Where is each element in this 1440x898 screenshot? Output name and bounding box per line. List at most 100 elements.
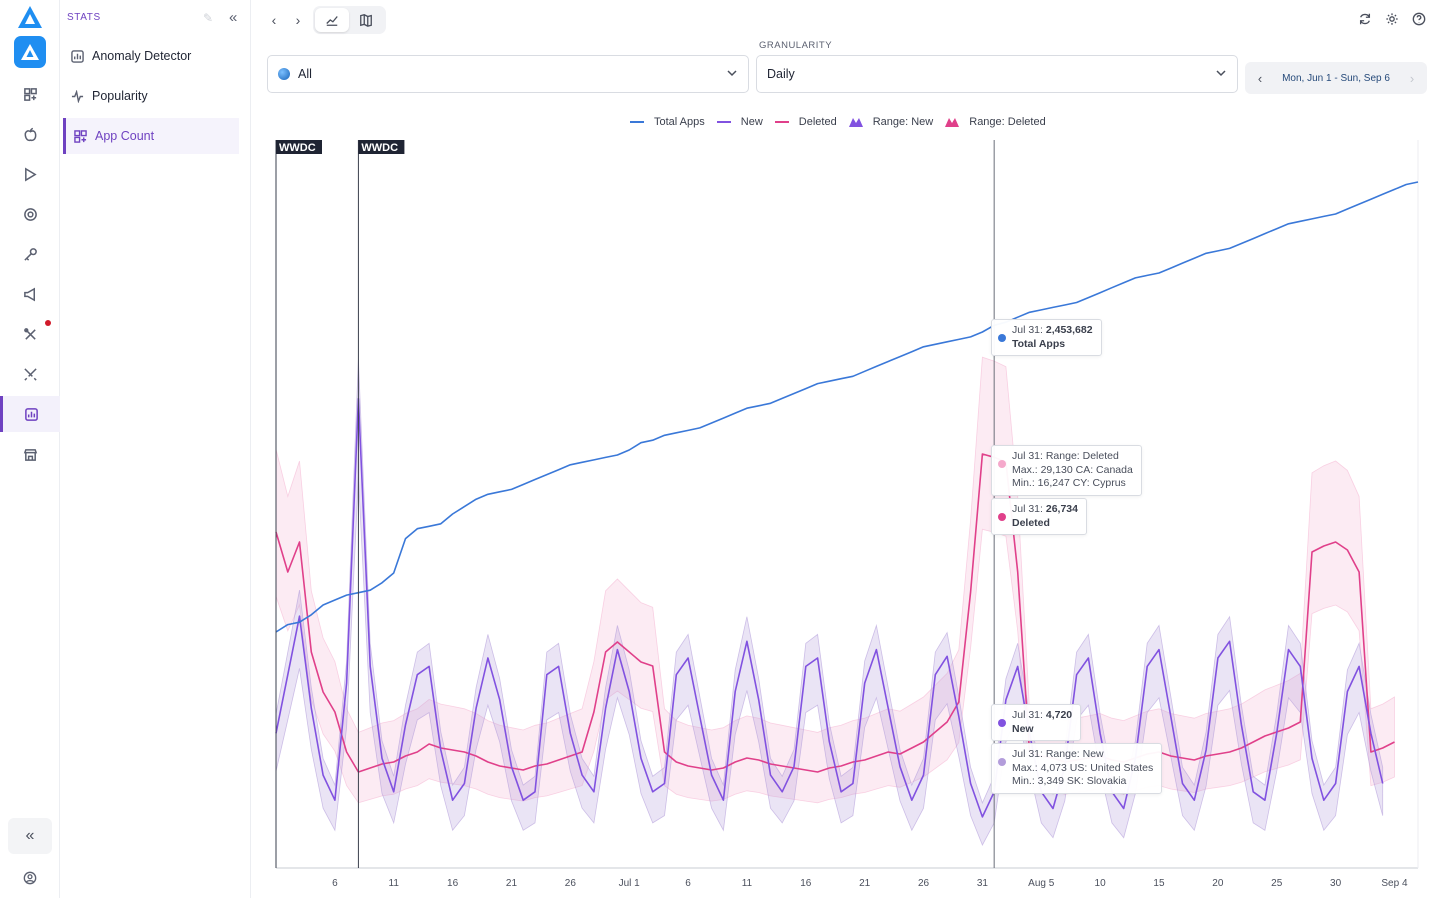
x-tick-label: 16 xyxy=(447,878,459,889)
legend-label: Range: New xyxy=(872,116,934,128)
tooltip-dot xyxy=(998,334,1006,342)
tooltip-dot xyxy=(998,460,1006,468)
date-range-text[interactable]: Mon, Jun 1 - Sun, Sep 6 xyxy=(1275,73,1397,84)
x-tick-label: 21 xyxy=(506,878,518,889)
sidebar-heading: STATS xyxy=(67,12,101,23)
target-icon[interactable] xyxy=(0,196,60,232)
stats-icon[interactable] xyxy=(0,396,60,432)
tooltip-max: Max.: 29,130 CA: Canada xyxy=(1012,463,1133,476)
x-tick-label: Aug 5 xyxy=(1028,878,1055,889)
x-tick-label: 31 xyxy=(977,878,989,889)
x-tick-label: 16 xyxy=(800,878,812,889)
tooltip-max: Max.: 4,073 US: United States xyxy=(1012,761,1154,774)
sidebar-item-app-count[interactable]: App Count xyxy=(63,118,239,154)
granularity-select[interactable]: Daily xyxy=(756,55,1238,93)
x-tick-label: 25 xyxy=(1271,878,1283,889)
x-tick-label: 6 xyxy=(685,878,691,889)
key-icon[interactable] xyxy=(0,236,60,272)
legend-item-range-new[interactable]: Range: New xyxy=(848,116,934,128)
x-tick-label: 30 xyxy=(1330,878,1342,889)
tooltip-series: Deleted xyxy=(1012,516,1050,529)
tooltip-deleted: Jul 31: 26,734 Deleted xyxy=(991,498,1087,535)
line-chart-view-icon[interactable] xyxy=(315,8,349,32)
legend-item-range-deleted[interactable]: Range: Deleted xyxy=(945,116,1046,128)
pulse-icon xyxy=(71,89,84,103)
tooltip-total-apps: Jul 31: 2,453,682 Total Apps xyxy=(991,319,1102,356)
edit-icon[interactable]: ✎ xyxy=(203,11,213,25)
tooltip-new: Jul 31: 4,720 New xyxy=(991,704,1082,741)
store-icon[interactable] xyxy=(0,436,60,472)
x-tick-label: 15 xyxy=(1153,878,1165,889)
tooltip-min: Min.: 16,247 CY: Cyprus xyxy=(1012,477,1126,489)
chevron-down-icon xyxy=(727,70,737,77)
tooltip-value: 26,734 xyxy=(1045,503,1078,515)
date-range-picker: ‹ Mon, Jun 1 - Sun, Sep 6 › xyxy=(1245,62,1427,94)
left-rail: « xyxy=(0,0,60,898)
previous-range-icon[interactable]: ‹ xyxy=(1245,71,1275,86)
double-chevron-left-icon[interactable]: « xyxy=(8,818,52,854)
app-switcher-icon[interactable] xyxy=(14,36,46,68)
country-select[interactable]: All xyxy=(267,55,749,93)
back-icon[interactable]: ‹ xyxy=(266,7,282,33)
tooltip-series: Total Apps xyxy=(1012,337,1066,350)
play-store-icon[interactable] xyxy=(0,156,60,192)
legend-item-deleted[interactable]: Deleted xyxy=(774,116,837,128)
help-icon[interactable] xyxy=(1412,12,1428,28)
chart-canvas[interactable]: WWDC WWDC 6 11 16 21 26 Jul 1 6 11 16 21 26 31 Aug 5 10… xyxy=(252,132,1440,898)
tooltip-dot xyxy=(998,758,1006,766)
x-tick-label: 21 xyxy=(859,878,871,889)
chevron-down-icon xyxy=(1216,70,1226,77)
tooltip-range-deleted: Jul 31: Range: Deleted Max.: 29,130 CA: … xyxy=(991,445,1142,496)
refresh-icon[interactable] xyxy=(1358,12,1374,28)
tooltip-date: Jul 31: xyxy=(1012,324,1043,336)
sidebar-item-label: Anomaly Detector xyxy=(92,49,192,63)
legend-item-new[interactable]: New xyxy=(716,116,763,128)
collapse-sidebar-icon[interactable]: « xyxy=(229,9,237,26)
tooltip-title: Jul 31: Range: New xyxy=(1012,748,1104,760)
tooltip-series: New xyxy=(1012,722,1034,735)
wwdc-flag-label: WWDC xyxy=(361,142,398,154)
swords-icon[interactable] xyxy=(0,356,60,392)
x-tick-label: 11 xyxy=(742,878,753,889)
sidebar-item-anomaly-detector[interactable]: Anomaly Detector xyxy=(63,38,239,74)
view-toggle xyxy=(313,6,386,34)
chart-legend: Total Apps New Deleted Range: New Range:… xyxy=(630,114,1058,130)
gear-icon[interactable] xyxy=(1385,12,1401,28)
granularity-label: GRANULARITY xyxy=(759,40,833,51)
notification-dot xyxy=(45,320,51,326)
legend-label: New xyxy=(740,116,763,128)
legend-line-swatch xyxy=(716,121,731,123)
globe-icon xyxy=(278,68,290,80)
forward-icon[interactable]: › xyxy=(290,7,306,33)
chart-box-icon xyxy=(71,49,84,63)
tools-icon[interactable] xyxy=(0,316,60,352)
country-select-value: All xyxy=(298,67,312,81)
next-range-icon[interactable]: › xyxy=(1397,71,1427,86)
legend-item-total-apps[interactable]: Total Apps xyxy=(630,116,705,128)
megaphone-icon[interactable] xyxy=(0,276,60,312)
map-view-icon[interactable] xyxy=(349,8,383,32)
app-count-chart: WWDC WWDC 6 11 16 21 26 Jul 1 6 11 16 21 26 31 Aug 5 10… xyxy=(252,132,1440,898)
range-swatch-icon xyxy=(945,118,960,127)
legend-label: Deleted xyxy=(798,116,837,128)
stats-sidebar: STATS ✎ « Anomaly Detector Popularity Ap… xyxy=(60,0,251,898)
x-tick-label: 10 xyxy=(1095,878,1107,889)
x-tick-label: 20 xyxy=(1212,878,1224,889)
legend-label: Range: Deleted xyxy=(969,116,1046,128)
tooltip-value: 4,720 xyxy=(1045,709,1073,721)
tooltip-date: Jul 31: xyxy=(1012,709,1043,721)
apple-icon[interactable] xyxy=(0,116,60,152)
tooltip-range-new: Jul 31: Range: New Max.: 4,073 US: Unite… xyxy=(991,743,1163,794)
brand-logo-icon[interactable] xyxy=(17,5,43,29)
sidebar-item-popularity[interactable]: Popularity xyxy=(63,78,239,114)
tooltip-title: Jul 31: Range: Deleted xyxy=(1012,450,1119,462)
tooltip-date: Jul 31: xyxy=(1012,503,1043,515)
x-tick-label: 26 xyxy=(918,878,930,889)
tooltip-value: 2,453,682 xyxy=(1045,324,1093,336)
toolbar: ‹ › xyxy=(252,0,1440,40)
user-icon[interactable] xyxy=(0,866,60,890)
apps-grid-icon[interactable] xyxy=(0,76,60,112)
legend-line-swatch xyxy=(630,121,644,123)
range-swatch-icon xyxy=(848,118,863,127)
apps-grid-icon xyxy=(74,129,87,143)
